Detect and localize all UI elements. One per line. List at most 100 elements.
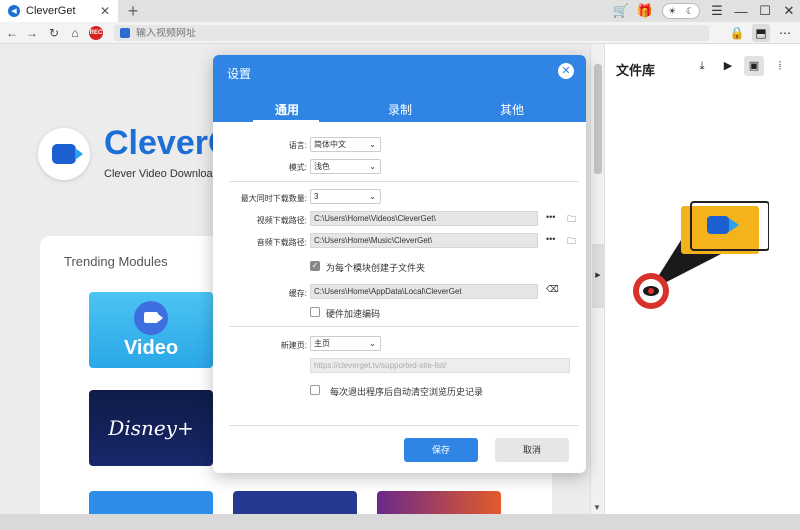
save-button[interactable]: 保存	[404, 438, 478, 462]
cart-icon[interactable]: 🛒	[610, 0, 632, 22]
section-divider	[229, 425, 579, 426]
video-path-label: 视频下载路径:	[256, 216, 307, 225]
cleverget-logo	[38, 128, 90, 180]
forward-icon[interactable]: →	[24, 25, 40, 41]
video-path-field[interactable]: C:\Users\Home\Videos\CleverGet\	[310, 211, 538, 226]
max-downloads-select[interactable]: 3 ⌄	[310, 189, 381, 204]
moon-icon: ☾	[685, 5, 695, 16]
clear-history-checkbox[interactable]	[310, 385, 320, 395]
cache-path-field[interactable]: C:\Users\Home\AppData\Local\CleverGet	[310, 284, 538, 299]
new-tab-button[interactable]: +	[124, 1, 142, 21]
audio-path-label: 音频下载路径:	[256, 238, 307, 247]
tab-record[interactable]: 录制	[388, 101, 412, 118]
brand-slogan: Clever Video Downloa	[104, 168, 213, 180]
hw-accel-checkbox[interactable]	[310, 307, 320, 317]
hw-accel-label: 硬件加速编码	[326, 309, 381, 319]
bottom-scrollbar[interactable]	[0, 514, 800, 530]
chevron-down-icon: ⌄	[369, 162, 376, 171]
module-card[interactable]	[89, 491, 213, 514]
chevron-down-icon: ⌄	[369, 192, 376, 201]
url-input[interactable]	[136, 27, 636, 39]
tab-close-icon[interactable]: ✕	[98, 4, 112, 18]
audio-path-field[interactable]: C:\Users\Home\Music\CleverGet\	[310, 233, 538, 248]
module-card[interactable]	[377, 491, 501, 514]
subfolder-checkbox[interactable]: ✓	[310, 261, 320, 271]
video-card-label: Video	[123, 336, 179, 359]
home-icon[interactable]: ⌂	[67, 25, 83, 41]
library-filter-icons: ⤓ ▶ ▣ ⦙	[692, 56, 790, 76]
mode-label: 模式:	[288, 163, 307, 172]
address-bar: ← → ↻ ⌂ REC 🔒 ⬒ ⋯	[0, 22, 800, 44]
section-divider	[229, 181, 579, 182]
subfolder-label: 为每个模块创建子文件夹	[326, 263, 426, 273]
address-bar-actions: 🔒 ⬒ ⋯	[728, 22, 800, 44]
chevron-down-icon: ⌄	[369, 339, 376, 348]
cleverget-favicon-icon: ◀	[8, 5, 20, 17]
camera-logo-icon	[52, 144, 83, 164]
folder-icon[interactable]: 🗀	[567, 212, 576, 228]
disney-module-card[interactable]: Disney+	[89, 390, 213, 466]
language-value: 简体中文	[314, 140, 346, 149]
audio-path-more-button[interactable]: •••	[546, 234, 555, 244]
download-panel-icon[interactable]: ⬒	[752, 24, 770, 42]
cancel-button[interactable]: 取消	[495, 438, 569, 462]
window-controls: 🛒 🎁 ☀ ☾ ☰ — ☐ ✕	[610, 0, 800, 22]
video-path-more-button[interactable]: •••	[546, 212, 555, 222]
cache-label: 缓存:	[288, 289, 307, 298]
back-icon[interactable]: ←	[4, 25, 20, 41]
dialog-title: 设置	[227, 67, 252, 81]
video-library-icon[interactable]: ▣	[744, 56, 764, 76]
active-tab-indicator	[253, 120, 319, 123]
clear-history-label: 每次退出程序后自动清空浏览历史记录	[330, 387, 484, 397]
youtube-icon[interactable]: ▶	[718, 56, 738, 76]
tab-bar: ◀ CleverGet ✕ + 🛒 🎁 ☀ ☾ ☰ — ☐ ✕	[0, 0, 800, 22]
url-box[interactable]	[114, 25, 709, 41]
language-label: 语言:	[288, 141, 307, 150]
menu-icon[interactable]: ☰	[706, 0, 728, 22]
homepage-select[interactable]: 主页 ⌄	[310, 336, 381, 351]
close-window-icon[interactable]: ✕	[778, 0, 800, 22]
video-camera-icon	[134, 300, 168, 335]
download-icon[interactable]: ⤓	[692, 56, 712, 76]
empty-library-illustration	[633, 201, 769, 309]
chevron-down-icon: ⌄	[369, 140, 376, 149]
module-card[interactable]	[233, 491, 357, 514]
section-divider	[229, 326, 579, 327]
collapse-library-toggle[interactable]: ▶	[592, 244, 604, 308]
library-title: 文件库	[616, 63, 656, 78]
folder-icon[interactable]: 🗀	[567, 234, 576, 250]
tab-general[interactable]: 通用	[275, 101, 299, 118]
lock-icon[interactable]: 🔒	[728, 24, 746, 42]
browser-tab[interactable]: ◀ CleverGet ✕	[0, 0, 118, 22]
settings-dialog: 设置 ✕ 通用 录制 其他 语言: 简体中文 ⌄ 模式: 浅色 ⌄ 最大同时下载数量…	[213, 55, 586, 473]
library-panel: 文件库 ⤓ ▶ ▣ ⦙	[604, 44, 800, 514]
tab-other[interactable]: 其他	[500, 101, 524, 118]
reload-icon[interactable]: ↻	[46, 25, 62, 41]
dialog-close-icon[interactable]: ✕	[558, 63, 574, 79]
video-module-card[interactable]: Video	[89, 292, 213, 368]
maximize-icon[interactable]: ☐	[754, 0, 776, 22]
homepage-label: 新建页:	[280, 341, 307, 350]
trending-title: Trending Modules	[64, 254, 168, 269]
dialog-header: 设置 ✕ 通用 录制 其他	[213, 55, 586, 123]
more-options-icon[interactable]: ⋯	[776, 24, 794, 42]
language-select[interactable]: 简体中文 ⌄	[310, 137, 381, 152]
site-icon	[120, 28, 130, 38]
scroll-down-icon[interactable]: ▼	[593, 503, 601, 512]
homepage-url-field[interactable]: https://cleverget.tv/supported-site-list…	[310, 358, 570, 373]
mode-select[interactable]: 浅色 ⌄	[310, 159, 381, 174]
gift-icon[interactable]: 🎁	[634, 0, 656, 22]
clear-cache-icon[interactable]: ⌫	[546, 284, 559, 295]
max-downloads-label: 最大同时下载数量:	[240, 194, 307, 203]
scrollbar-thumb[interactable]	[594, 64, 602, 174]
audio-icon[interactable]: ⦙	[770, 56, 790, 76]
max-downloads-value: 3	[314, 192, 319, 201]
minimize-icon[interactable]: —	[730, 0, 752, 22]
theme-toggle[interactable]: ☀ ☾	[662, 3, 700, 19]
record-button[interactable]: REC	[89, 26, 103, 40]
tab-title: CleverGet	[26, 5, 76, 17]
mode-value: 浅色	[314, 162, 330, 171]
disney-card-label: Disney+	[108, 416, 194, 440]
sun-icon: ☀	[667, 5, 677, 16]
homepage-value: 主页	[314, 339, 330, 348]
